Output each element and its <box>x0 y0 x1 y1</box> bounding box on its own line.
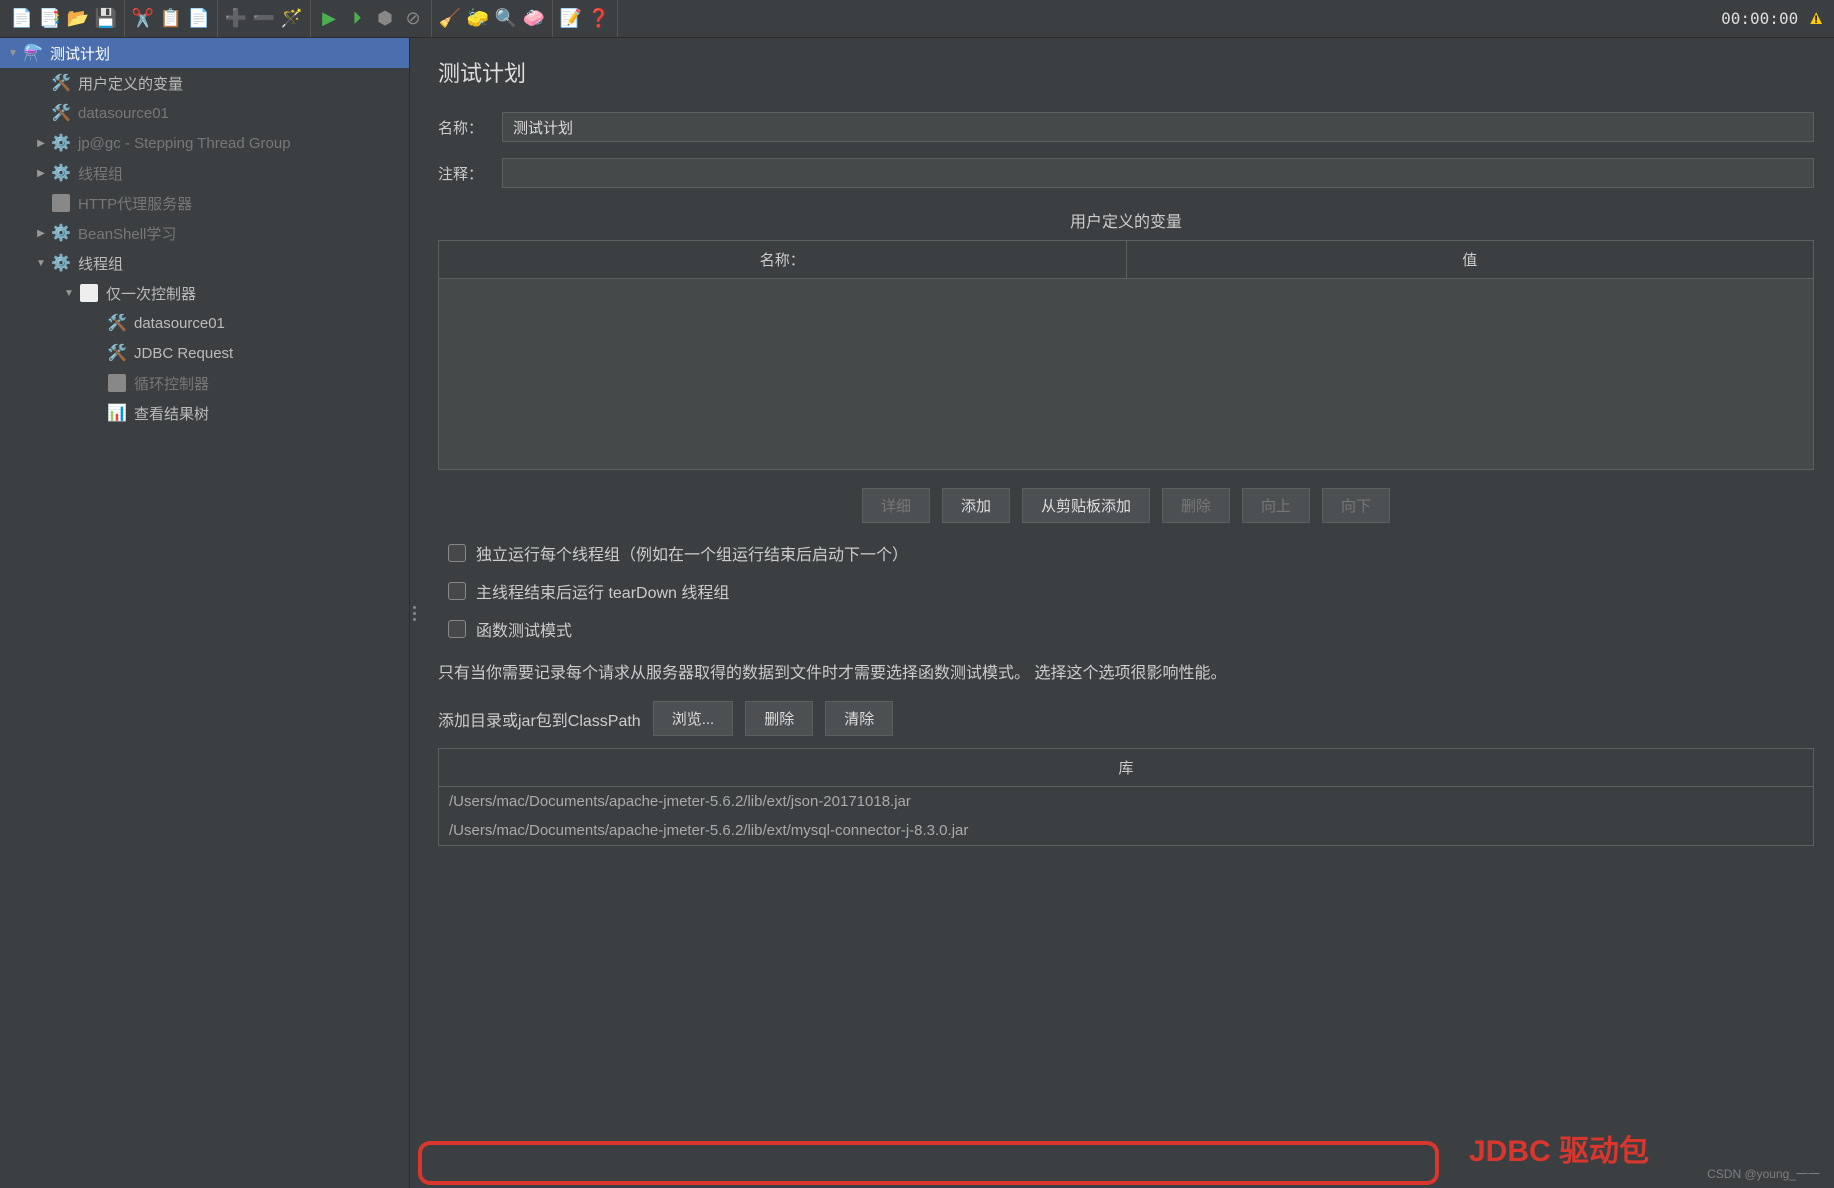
clear-all-icon[interactable]: 🧽 <box>466 7 490 31</box>
clear-icon[interactable]: 🧹 <box>438 7 462 31</box>
browse-button[interactable]: 浏览... <box>653 701 734 736</box>
help-icon[interactable]: ❓ <box>587 7 611 31</box>
clear-lib-button[interactable]: 清除 <box>825 701 893 736</box>
name-label: 名称： <box>438 117 502 138</box>
add-from-clipboard-button[interactable]: 从剪贴板添加 <box>1022 488 1150 523</box>
classpath-label: 添加目录或jar包到ClassPath <box>438 707 641 731</box>
run-no-timer-icon[interactable]: ⏵ <box>345 7 369 31</box>
search-icon[interactable]: 🔍 <box>494 7 518 31</box>
panel-title: 测试计划 <box>438 56 1814 88</box>
functional-test-label: 函数测试模式 <box>476 617 572 641</box>
open-icon[interactable]: 📂 <box>66 7 90 31</box>
functional-test-checkbox[interactable] <box>448 620 466 638</box>
templates-icon[interactable]: 📑 <box>38 7 62 31</box>
new-file-icon[interactable]: 📄 <box>10 7 34 31</box>
tree-label: 用户定义的变量 <box>78 73 183 94</box>
tree-label: 循环控制器 <box>134 373 209 394</box>
tree-item[interactable]: HTTP代理服务器 <box>0 188 409 218</box>
tree-label: 仅一次控制器 <box>106 283 196 304</box>
tree-label: 线程组 <box>78 163 123 184</box>
col-name[interactable]: 名称： <box>439 241 1127 278</box>
expand-arrow-icon[interactable]: ▼ <box>6 48 20 59</box>
tree-item[interactable]: ▶⚙️jp@gc - Stepping Thread Group <box>0 128 409 158</box>
stop-icon[interactable]: ⬢ <box>373 7 397 31</box>
tree-item[interactable]: ▶⚙️线程组 <box>0 158 409 188</box>
copy-icon[interactable]: 📋 <box>159 7 183 31</box>
comment-label: 注释： <box>438 163 502 184</box>
paste-icon[interactable]: 📄 <box>187 7 211 31</box>
annotation-text: JDBC 驱动包 <box>1469 1126 1649 1170</box>
delete-lib-button[interactable]: 删除 <box>745 701 813 736</box>
tree-label: JDBC Request <box>134 345 233 362</box>
save-icon[interactable]: 💾 <box>94 7 118 31</box>
run-serial-checkbox[interactable] <box>448 544 466 562</box>
add-button[interactable]: 添加 <box>942 488 1010 523</box>
elapsed-time: 00:00:00 <box>1721 9 1798 28</box>
tree-item[interactable]: ▼⚗️测试计划 <box>0 38 409 68</box>
function-helper-icon[interactable]: 📝 <box>559 7 583 31</box>
tree-label: datasource01 <box>134 315 225 332</box>
tree-item[interactable]: ▶⚙️BeanShell学习 <box>0 218 409 248</box>
expand-arrow-icon[interactable]: ▼ <box>34 258 48 269</box>
test-plan-tree[interactable]: ▼⚗️测试计划🛠️用户定义的变量🛠️datasource01▶⚙️jp@gc -… <box>0 38 410 1188</box>
minus-icon[interactable]: ➖ <box>252 7 276 31</box>
library-row[interactable]: /Users/mac/Documents/apache-jmeter-5.6.2… <box>439 816 1813 845</box>
expand-arrow-icon[interactable]: ▶ <box>34 168 48 179</box>
tree-label: BeanShell学习 <box>78 223 176 244</box>
comment-input[interactable] <box>502 158 1814 188</box>
tree-item[interactable]: ▼ 仅一次控制器 <box>0 278 409 308</box>
expand-arrow-icon[interactable]: ▶ <box>34 228 48 239</box>
tree-item[interactable]: 📊查看结果树 <box>0 398 409 428</box>
annotation-highlight <box>418 1141 1439 1185</box>
tree-label: 线程组 <box>78 253 123 274</box>
tree-item[interactable]: ▼⚙️线程组 <box>0 248 409 278</box>
main-toolbar: 📄 📑 📂 💾 ✂️ 📋 📄 ➕ ➖ 🪄 ▶ ⏵ ⬢ ⊘ 🧹 🧽 🔍 🧼 📝 ❓… <box>0 0 1834 38</box>
content-panel: 测试计划 名称： 注释： 用户定义的变量 名称： 值 详细 添加 从剪贴板添加 … <box>418 38 1834 1188</box>
reset-search-icon[interactable]: 🧼 <box>522 7 546 31</box>
tree-label: 查看结果树 <box>134 403 209 424</box>
tree-label: datasource01 <box>78 105 169 122</box>
col-value[interactable]: 值 <box>1127 241 1814 278</box>
splitter[interactable] <box>410 38 418 1188</box>
wand-icon[interactable]: 🪄 <box>280 7 304 31</box>
tree-label: jp@gc - Stepping Thread Group <box>78 135 291 152</box>
library-row[interactable]: /Users/mac/Documents/apache-jmeter-5.6.2… <box>439 787 1813 816</box>
cut-icon[interactable]: ✂️ <box>131 7 155 31</box>
tree-item[interactable]: 🛠️datasource01 <box>0 98 409 128</box>
down-button[interactable]: 向下 <box>1322 488 1390 523</box>
detail-button[interactable]: 详细 <box>862 488 930 523</box>
vars-body[interactable] <box>439 279 1813 469</box>
tree-label: 测试计划 <box>50 43 110 64</box>
delete-button[interactable]: 删除 <box>1162 488 1230 523</box>
user-vars-header: 用户定义的变量 <box>438 208 1814 232</box>
tree-item[interactable]: 🛠️JDBC Request <box>0 338 409 368</box>
tree-label: HTTP代理服务器 <box>78 193 192 214</box>
plus-icon[interactable]: ➕ <box>224 7 248 31</box>
tree-item[interactable]: 循环控制器 <box>0 368 409 398</box>
tree-item[interactable]: 🛠️用户定义的变量 <box>0 68 409 98</box>
warning-icon[interactable]: ▲ <box>1806 7 1826 30</box>
library-header[interactable]: 库 <box>439 749 1813 787</box>
expand-arrow-icon[interactable]: ▼ <box>62 288 76 299</box>
teardown-label: 主线程结束后运行 tearDown 线程组 <box>476 579 729 603</box>
user-vars-table: 名称： 值 <box>438 240 1814 470</box>
run-serial-label: 独立运行每个线程组（例如在一个组运行结束后启动下一个） <box>476 541 908 565</box>
teardown-checkbox[interactable] <box>448 582 466 600</box>
expand-arrow-icon[interactable]: ▶ <box>34 138 48 149</box>
up-button[interactable]: 向上 <box>1242 488 1310 523</box>
shutdown-icon[interactable]: ⊘ <box>401 7 425 31</box>
run-icon[interactable]: ▶ <box>317 7 341 31</box>
tree-item[interactable]: 🛠️datasource01 <box>0 308 409 338</box>
watermark: CSDN @young_一一 <box>1707 1165 1820 1182</box>
name-input[interactable] <box>502 112 1814 142</box>
library-table: 库 /Users/mac/Documents/apache-jmeter-5.6… <box>438 748 1814 846</box>
functional-test-note: 只有当你需要记录每个请求从服务器取得的数据到文件时才需要选择函数测试模式。 选择… <box>438 659 1814 683</box>
